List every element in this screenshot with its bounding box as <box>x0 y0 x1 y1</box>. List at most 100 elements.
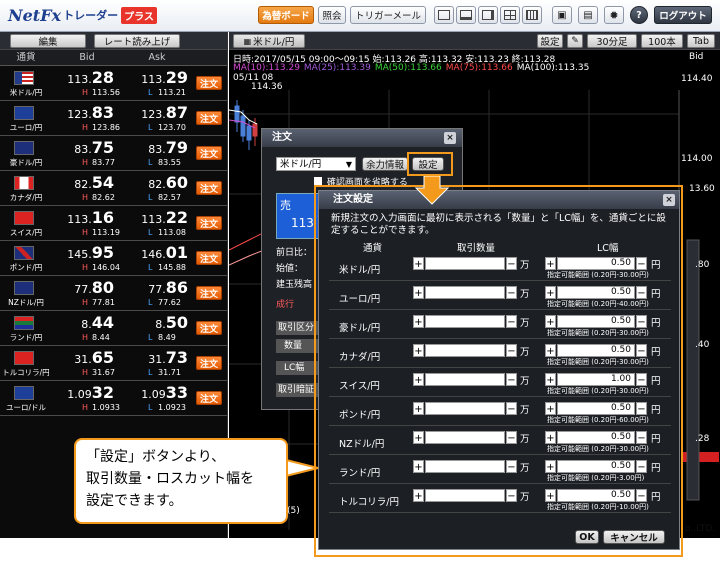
bid-prefix: 145. <box>67 248 92 261</box>
order-button[interactable]: 注文 <box>196 251 222 265</box>
pair-name: カナダ/円 <box>9 193 43 202</box>
layout-quad-button[interactable] <box>500 6 520 24</box>
ask-price[interactable]: 113.29 <box>124 68 188 87</box>
rate-row[interactable]: トルコリラ/円 31.65 31.73 H 31.67 L 31.71 注文 <box>0 346 227 381</box>
logout-button[interactable]: ログアウト <box>654 6 712 24</box>
high-number: 1.0933 <box>92 403 120 412</box>
rate-row[interactable]: カナダ/円 82.54 82.60 H 82.62 L 82.57 注文 <box>0 171 227 206</box>
bid-price[interactable]: 8.44 <box>50 313 114 332</box>
bid-price[interactable]: 113.16 <box>50 208 114 227</box>
ask-price[interactable]: 113.22 <box>124 208 188 227</box>
chart-settings-button[interactable]: 設定 <box>537 34 563 48</box>
y-label-2: 114.00 <box>681 154 713 164</box>
margin-info-button[interactable]: 余力情報 <box>362 157 408 171</box>
dialog-highlight <box>314 185 683 557</box>
ask-prefix: 82. <box>148 178 166 191</box>
high-value: H 82.62 <box>82 193 115 202</box>
ask-price[interactable]: 8.50 <box>124 313 188 332</box>
rate-row[interactable]: ユーロ/ドル 1.0932 1.0933 H 1.0933 L 1.0923 注文 <box>0 381 227 416</box>
order-close-icon[interactable]: × <box>444 132 456 144</box>
low-number: 83.55 <box>158 158 181 167</box>
footer-text: o.,LTD. <box>685 524 716 534</box>
ask-prefix: 113. <box>141 213 166 226</box>
layout-single-icon <box>438 10 450 20</box>
bid-prefix: 31. <box>74 353 92 366</box>
bar-count-select[interactable]: 100本 <box>641 34 683 48</box>
ask-price[interactable]: 31.73 <box>124 348 188 367</box>
rate-panel-header: 通貨 Bid Ask <box>0 50 227 66</box>
edit-button[interactable]: 編集 <box>10 33 86 48</box>
bid-price[interactable]: 83.75 <box>50 138 114 157</box>
order-button[interactable]: 注文 <box>196 286 222 300</box>
bid-big: 16 <box>91 208 114 227</box>
chart-pair-tab[interactable]: ▦ 米ドル/円 <box>233 34 305 48</box>
bid-price[interactable]: 77.80 <box>50 278 114 297</box>
ask-price[interactable]: 77.86 <box>124 278 188 297</box>
order-dialog-title: 注文 <box>262 129 462 147</box>
rate-row[interactable]: 米ドル/円 113.28 113.29 H 113.56 L 113.21 注文 <box>0 66 227 101</box>
save-button[interactable]: ▣ <box>552 6 572 24</box>
layout-split-v-button[interactable] <box>478 6 498 24</box>
timeframe-select[interactable]: 30分足 <box>587 34 637 48</box>
order-button[interactable]: 注文 <box>196 146 222 160</box>
tab-button[interactable]: Tab <box>687 34 715 48</box>
chart-icon: ▦ <box>243 36 252 46</box>
inquiry-button[interactable]: 照会 <box>318 6 346 24</box>
order-button[interactable]: 注文 <box>196 181 222 195</box>
drawing-tool-button[interactable]: ✎ <box>567 34 583 48</box>
ma-legend: MA(10):113.29 MA(25):113.39 MA(50):113.66 M… <box>233 63 593 73</box>
layout-grid-button[interactable] <box>522 6 542 24</box>
help-button[interactable]: ? <box>630 6 648 24</box>
checkbox[interactable] <box>314 177 322 185</box>
trigger-mail-button[interactable]: トリガーメール <box>350 6 426 24</box>
rates-board-button[interactable]: 為替ボード <box>258 6 314 24</box>
high-number: 113.19 <box>92 228 120 237</box>
ask-price[interactable]: 1.0933 <box>124 383 188 402</box>
high-value: H 113.19 <box>82 228 120 237</box>
ask-price[interactable]: 83.79 <box>124 138 188 157</box>
ask-price[interactable]: 146.01 <box>124 243 188 262</box>
rate-row[interactable]: NZドル/円 77.80 77.86 H 77.81 L 77.62 注文 <box>0 276 227 311</box>
ask-big: 01 <box>165 243 188 262</box>
rate-panel-toolbar: 編集 レート読み上げ <box>0 32 227 50</box>
y-label-1: 114.40 <box>681 74 713 84</box>
order-button[interactable]: 注文 <box>196 321 222 335</box>
pair-select[interactable]: 米ドル/円 ▼ <box>276 157 356 171</box>
settings-button[interactable]: ✹ <box>604 6 624 24</box>
ask-price[interactable]: 123.87 <box>124 103 188 122</box>
order-button[interactable]: 注文 <box>196 391 222 405</box>
layout-split-h-button[interactable] <box>456 6 476 24</box>
rate-row[interactable]: スイス/円 113.16 113.22 H 113.19 L 113.08 注文 <box>0 206 227 241</box>
ask-price[interactable]: 82.60 <box>124 173 188 192</box>
high-mark: H <box>82 158 89 167</box>
bid-price[interactable]: 31.65 <box>50 348 114 367</box>
layout-single-button[interactable] <box>434 6 454 24</box>
bid-price[interactable]: 113.28 <box>50 68 114 87</box>
ma-item: MA(100):113.35 <box>516 63 590 73</box>
low-value: L 8.49 <box>148 333 176 342</box>
read-rate-button[interactable]: レート読み上げ <box>94 33 180 48</box>
rate-row[interactable]: ユーロ/円 123.83 123.87 H 123.86 L 123.70 注文 <box>0 101 227 136</box>
low-mark: L <box>148 263 153 272</box>
order-button[interactable]: 注文 <box>196 111 222 125</box>
order-button[interactable]: 注文 <box>196 216 222 230</box>
order-button[interactable]: 注文 <box>196 356 222 370</box>
rate-row[interactable]: ランド/円 8.44 8.50 H 8.44 L 8.49 注文 <box>0 311 227 346</box>
bid-price[interactable]: 123.83 <box>50 103 114 122</box>
rate-row[interactable]: ポンド/円 145.95 146.01 H 146.04 L 145.88 注文 <box>0 241 227 276</box>
bid-price[interactable]: 145.95 <box>50 243 114 262</box>
y-label-6: .28 <box>695 434 710 444</box>
bid-price[interactable]: 1.0932 <box>50 383 114 402</box>
pair-name: 豪ドル/円 <box>9 158 43 167</box>
high-value: H 83.77 <box>82 158 115 167</box>
order-button[interactable]: 注文 <box>196 76 222 90</box>
rate-row[interactable]: 豪ドル/円 83.75 83.79 H 83.77 L 83.55 注文 <box>0 136 227 171</box>
bid-prefix: 113. <box>67 213 92 226</box>
instruction-callout: 「設定」ボタンより、 取引数量・ロスカット幅を 設定できます。 <box>74 438 288 524</box>
ask-big: 73 <box>165 348 188 367</box>
high-mark: H <box>82 333 89 342</box>
low-number: 8.49 <box>158 333 176 342</box>
high-mark: H <box>82 193 89 202</box>
bid-price[interactable]: 82.54 <box>50 173 114 192</box>
print-button[interactable]: ▤ <box>578 6 598 24</box>
